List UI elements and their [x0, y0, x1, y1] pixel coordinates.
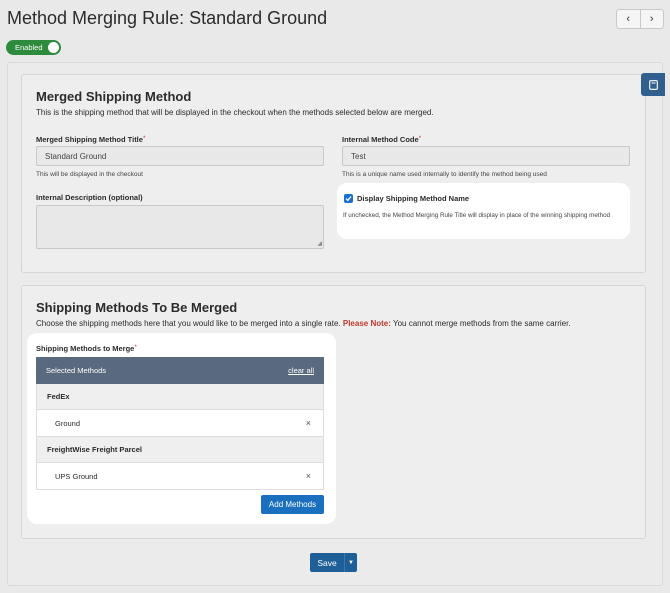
carrier-group-row: FreightWise Freight Parcel — [36, 437, 324, 463]
internal-description-textarea[interactable]: ◢ — [36, 205, 324, 249]
toggle-label: Enabled — [15, 43, 43, 52]
caret-down-icon[interactable]: ▼ — [344, 553, 357, 572]
methods-field-label: Shipping Methods to Merge* — [36, 344, 137, 353]
required-mark: * — [134, 344, 137, 351]
display-name-hint: If unchecked, the Method Merging Rule Ti… — [343, 212, 611, 219]
code-field-label: Internal Method Code* — [342, 135, 421, 144]
selected-methods-header: Selected Methods clear all — [36, 357, 324, 384]
description-field-label: Internal Description (optional) — [36, 193, 143, 202]
required-mark: * — [418, 135, 422, 142]
title-label-text: Merged Shipping Method Title — [36, 135, 143, 144]
chevron-right-icon[interactable]: › — [639, 10, 664, 28]
required-mark: * — [142, 135, 146, 142]
method-code-input[interactable]: Test — [342, 146, 630, 166]
selected-methods-title: Selected Methods — [46, 366, 107, 375]
enabled-toggle[interactable]: Enabled — [6, 40, 61, 55]
method-title-input[interactable]: Standard Ground — [36, 146, 324, 166]
methods-label-text: Shipping Methods to Merge — [36, 344, 135, 353]
close-icon[interactable]: × — [306, 471, 311, 481]
title-field-hint: This will be displayed in the checkout — [36, 171, 143, 178]
display-name-label[interactable]: Display Shipping Method Name — [357, 194, 469, 203]
display-name-checkbox[interactable] — [344, 194, 353, 203]
code-field-hint: This is a unique name used internally to… — [342, 171, 547, 178]
method-row: Ground × — [36, 410, 324, 437]
toggle-knob — [48, 42, 59, 53]
note-label: Please Note: — [342, 319, 391, 328]
page-title: Method Merging Rule: Standard Ground — [7, 8, 328, 28]
method-name: Ground — [55, 418, 81, 428]
clear-all-link[interactable]: clear all — [288, 366, 314, 375]
note-text: You cannot merge methods from the same c… — [392, 319, 571, 328]
add-methods-button[interactable]: Add Methods — [261, 495, 324, 514]
merged-method-description: This is the shipping method that will be… — [36, 108, 434, 117]
save-button[interactable]: Save — [310, 553, 344, 572]
resize-handle-icon[interactable]: ◢ — [317, 241, 322, 247]
check-icon — [345, 196, 352, 202]
close-icon[interactable]: × — [306, 418, 311, 428]
method-row: UPS Ground × — [36, 463, 324, 490]
merged-method-heading: Merged Shipping Method — [36, 89, 192, 104]
title-field-label: Merged Shipping Method Title* — [36, 135, 145, 144]
method-name: UPS Ground — [55, 471, 98, 481]
display-name-highlight — [337, 183, 630, 239]
record-nav: ‹ › — [616, 9, 664, 29]
bookmark-icon[interactable] — [641, 73, 665, 96]
methods-description-text: Choose the shipping methods here that yo… — [36, 319, 341, 328]
save-button-group: Save ▼ — [310, 553, 357, 572]
chevron-left-icon[interactable]: ‹ — [617, 10, 640, 28]
methods-heading: Shipping Methods To Be Merged — [36, 300, 238, 315]
methods-description: Choose the shipping methods here that yo… — [36, 319, 571, 328]
carrier-group-row: FedEx — [36, 384, 324, 410]
code-label-text: Internal Method Code — [342, 135, 419, 144]
